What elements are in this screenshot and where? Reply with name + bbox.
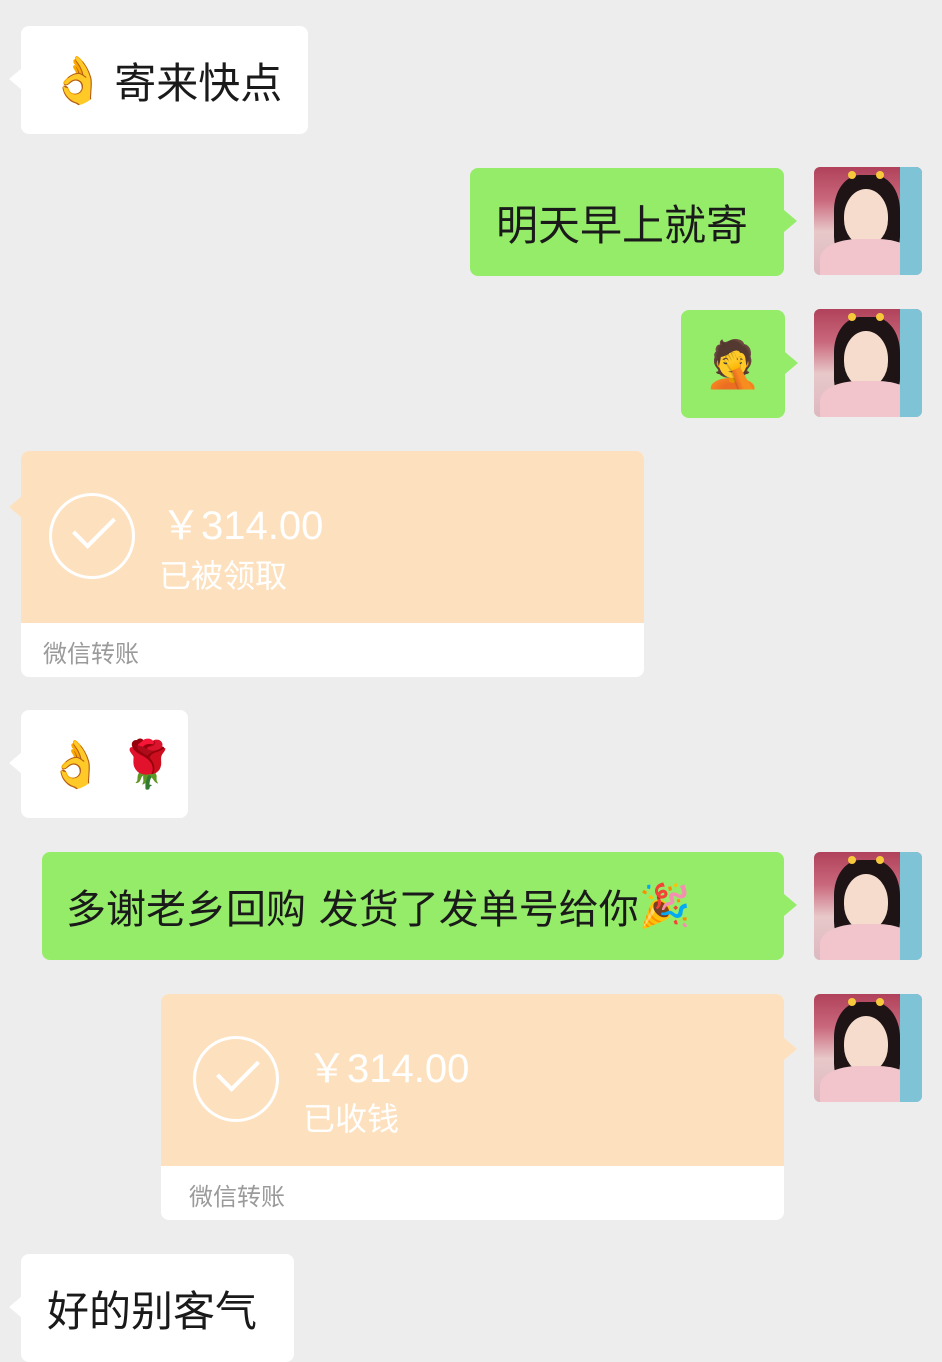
checkmark-icon	[193, 1036, 279, 1122]
bubble-tail	[784, 210, 797, 232]
bubble-tail	[784, 894, 797, 916]
party-popper-emoji: 🎉	[638, 881, 692, 930]
facepalm-emoji: 🤦	[704, 337, 762, 391]
bubble-tail	[785, 352, 798, 374]
message-text: 好的别客气	[47, 1286, 258, 1336]
transfer-amount: ￥314.00	[161, 504, 324, 548]
message-bubble-received[interactable]: 好的别客气	[21, 1254, 294, 1362]
message-text: 多谢老乡回购 发货了发单号给你	[66, 887, 639, 933]
transfer-label: 微信转账	[189, 1183, 285, 1211]
transfer-status: 已被领取	[159, 557, 288, 595]
message-bubble-received[interactable]: 👌 🌹	[21, 710, 188, 818]
avatar[interactable]	[814, 167, 922, 275]
message-text: 寄来快点	[114, 58, 283, 108]
avatar[interactable]	[814, 852, 922, 960]
transfer-label: 微信转账	[43, 640, 139, 668]
message-bubble-received[interactable]: 👌 寄来快点	[21, 26, 308, 134]
avatar[interactable]	[814, 309, 922, 417]
ok-hand-rose-emoji: 👌 🌹	[47, 737, 177, 791]
message-bubble-sent[interactable]: 🤦	[681, 310, 785, 418]
avatar[interactable]	[814, 994, 922, 1102]
message-bubble-sent[interactable]: 明天早上就寄	[470, 168, 784, 276]
ok-hand-emoji: 👌	[49, 53, 107, 107]
bubble-tail	[784, 1038, 797, 1060]
transfer-card-sent[interactable]: ￥314.00 已收钱 微信转账	[161, 994, 784, 1220]
transfer-card-received[interactable]: ￥314.00 已被领取 微信转账	[21, 451, 644, 677]
transfer-status: 已收钱	[303, 1100, 400, 1138]
transfer-amount: ￥314.00	[307, 1047, 470, 1091]
message-text: 明天早上就寄	[496, 200, 749, 250]
checkmark-icon	[49, 493, 135, 579]
message-bubble-sent[interactable]: 多谢老乡回购 发货了发单号给你 🎉	[42, 852, 784, 960]
